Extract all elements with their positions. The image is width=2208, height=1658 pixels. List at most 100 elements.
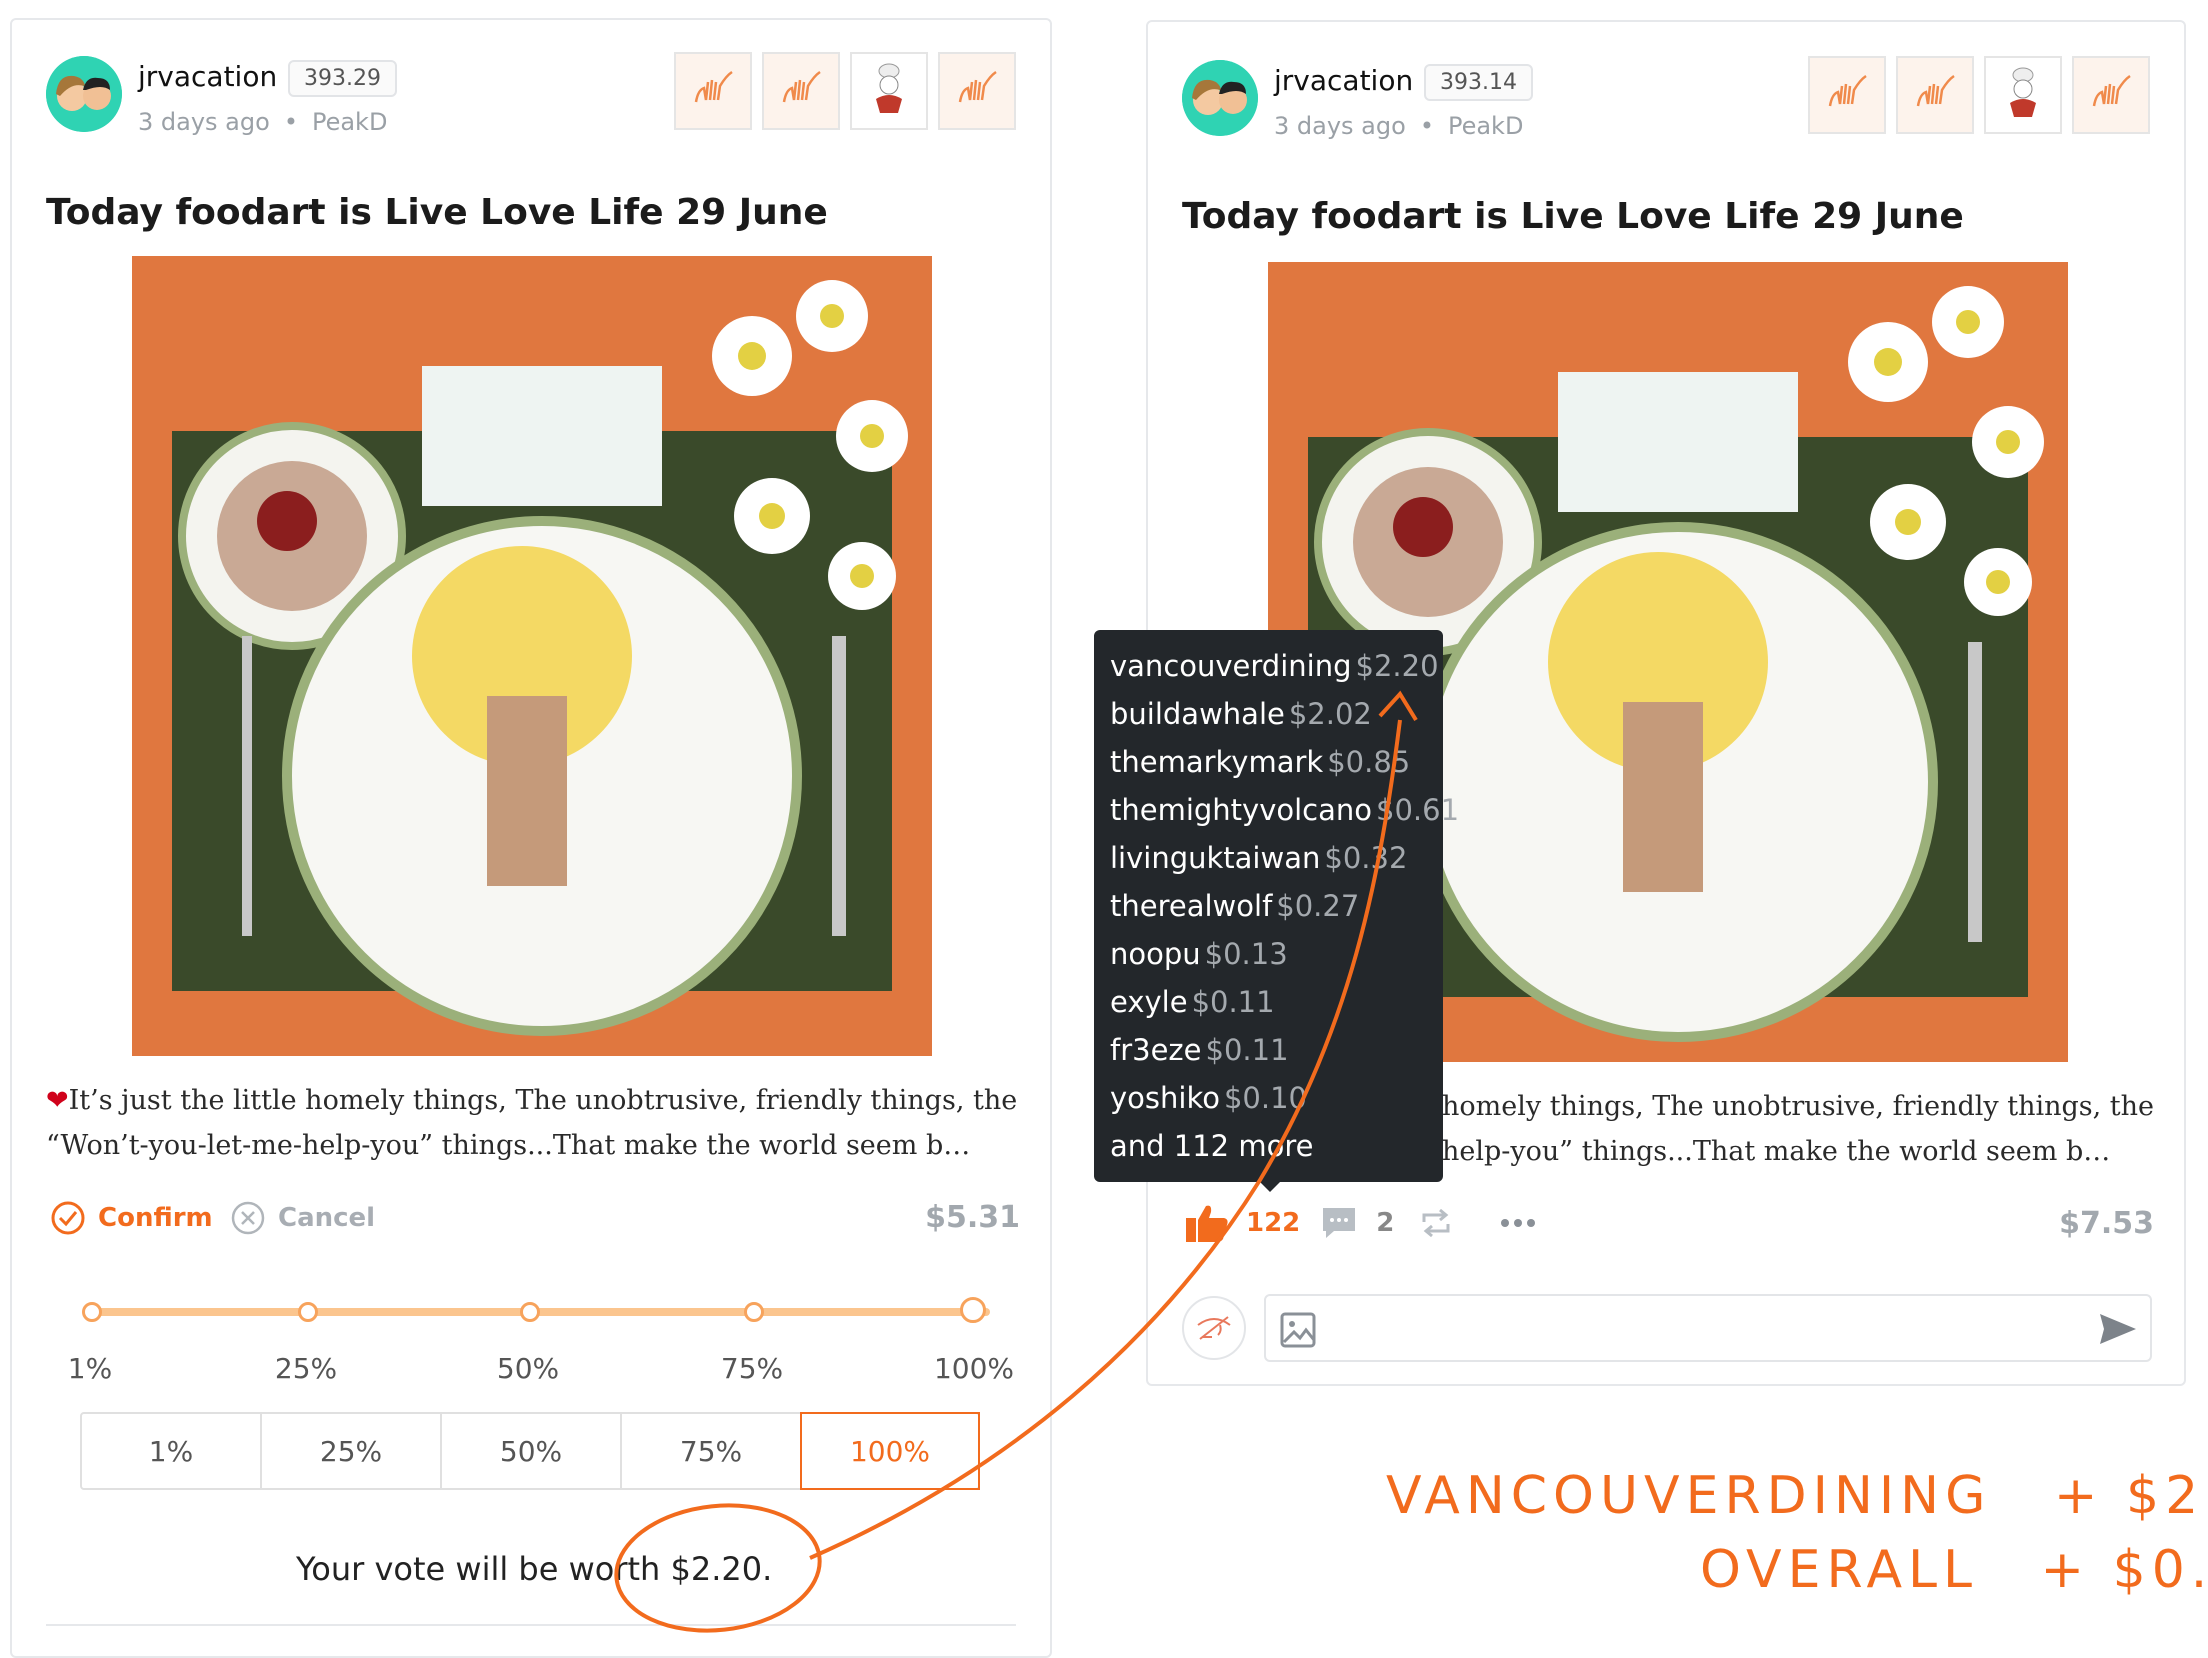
post-payout[interactable]: $7.53 [2059, 1206, 2154, 1241]
percent-button-1[interactable]: 1% [82, 1414, 262, 1488]
heart-icon: ❤ [46, 1085, 69, 1116]
slider-stop[interactable] [744, 1302, 764, 1322]
divider [46, 1624, 1016, 1626]
post-time: 3 days ago [1274, 112, 1406, 140]
avatar[interactable] [46, 56, 122, 132]
voter-name: yoshiko [1110, 1081, 1220, 1115]
voter-row[interactable]: themightyvolcano $0.61 [1110, 786, 1459, 834]
annotation-overall-value: + $0.02 [2040, 1540, 2208, 1600]
more-options-icon[interactable] [1500, 1218, 1536, 1228]
voter-amount: $0.27 [1276, 889, 1360, 923]
excerpt-line-2: help-you” things...That make the world s… [1442, 1136, 2111, 1167]
post-payout[interactable]: $5.31 [925, 1200, 1020, 1235]
voter-amount: $0.11 [1191, 985, 1275, 1019]
voter-row[interactable]: noopu $0.13 [1110, 930, 1427, 978]
percent-button-group: 1% 25% 50% 75% 100% [80, 1412, 980, 1490]
thumbs-up-icon[interactable] [1184, 1202, 1230, 1244]
voters-tooltip: vancouverdining $2.20 buildawhale $2.02 th… [1094, 630, 1459, 1182]
slider-stop[interactable] [82, 1302, 102, 1322]
voter-row[interactable]: yoshiko $0.10 [1110, 1074, 1427, 1122]
voter-row[interactable]: exyle $0.11 [1110, 978, 1427, 1026]
avatar[interactable] [1182, 60, 1258, 136]
voter-row[interactable]: livinguktaiwan $0.32 [1110, 834, 1427, 882]
voter-amount: $0.10 [1223, 1081, 1307, 1115]
post-title[interactable]: Today foodart is Live Love Life 29 June [46, 192, 828, 233]
post-title[interactable]: Today foodart is Live Love Life 29 June [1182, 196, 1964, 237]
voter-row[interactable]: buildawhale $2.02 [1110, 690, 1427, 738]
thumbnail-hand-icon[interactable] [762, 52, 840, 130]
thumbnail-hand-icon[interactable] [1808, 56, 1886, 134]
voter-amount: $2.20 [1355, 649, 1439, 683]
post-meta: 3 days ago • PeakD [1274, 112, 1523, 140]
slider-stop[interactable] [298, 1302, 318, 1322]
slider-label: 100% [933, 1352, 1015, 1385]
confirm-button[interactable]: Confirm [50, 1200, 213, 1236]
reaction-thumbnails [674, 52, 1016, 130]
post-excerpt[interactable]: homely things, The unobtrusive, friendly… [1442, 1084, 2162, 1174]
percent-button-100[interactable]: 100% [800, 1412, 980, 1490]
author-name[interactable]: jrvacation [1274, 64, 1413, 97]
more-voters[interactable]: and 112 more [1110, 1122, 1427, 1170]
slider-handle[interactable] [960, 1297, 986, 1323]
post-image[interactable] [132, 256, 932, 1056]
annotation-voter: VANCOUVERDINING [1386, 1466, 1992, 1526]
comment-icon[interactable] [1320, 1205, 1358, 1241]
send-icon[interactable] [2098, 1312, 2138, 1346]
reputation-badge: 393.29 [288, 60, 397, 97]
slider-stop[interactable] [520, 1302, 540, 1322]
slider-track[interactable] [90, 1308, 990, 1316]
close-circle-icon [231, 1201, 265, 1235]
excerpt-line-2: “Won’t-you-let-me-help-you” things...Tha… [46, 1130, 971, 1161]
slider-label: 1% [67, 1352, 113, 1385]
thumbnail-chef-icon[interactable] [1984, 56, 2062, 134]
separator-dot: • [1419, 112, 1434, 140]
cancel-button[interactable]: Cancel [230, 1200, 375, 1236]
voter-name: themightyvolcano [1110, 793, 1373, 827]
comment-input[interactable] [1264, 1294, 2152, 1362]
voter-name: vancouverdining [1110, 649, 1352, 683]
voter-amount: $2.02 [1288, 697, 1372, 731]
thumbnail-chef-icon[interactable] [850, 52, 928, 130]
percent-button-75[interactable]: 75% [622, 1414, 802, 1488]
voter-amount: $0.85 [1327, 745, 1411, 779]
voter-row[interactable]: themarkymark $0.85 [1110, 738, 1427, 786]
comment-count[interactable]: 2 [1376, 1208, 1394, 1238]
post-excerpt[interactable]: ❤It’s just the little homely things, The… [46, 1078, 1036, 1168]
thumbnail-hand-icon[interactable] [938, 52, 1016, 130]
thumbnail-hand-icon[interactable] [1896, 56, 1974, 134]
voter-name: fr3eze [1110, 1033, 1202, 1067]
post-app[interactable]: PeakD [312, 108, 387, 136]
thumbnail-hand-icon[interactable] [2072, 56, 2150, 134]
author-name[interactable]: jrvacation [138, 60, 277, 93]
post-card-voting: jrvacation 393.29 3 days ago • PeakD Today… [10, 18, 1052, 1658]
annotation-line-2: OVERALL + $0.02 [1700, 1540, 2208, 1600]
percent-button-25[interactable]: 25% [262, 1414, 442, 1488]
post-meta: 3 days ago • PeakD [138, 108, 387, 136]
percent-button-50[interactable]: 50% [442, 1414, 622, 1488]
eye-off-icon [1197, 1316, 1231, 1340]
slider-label: 50% [496, 1352, 560, 1385]
voter-name: therealwolf [1110, 889, 1273, 923]
check-circle-icon [51, 1201, 85, 1235]
excerpt-line-1: homely things, The unobtrusive, friendly… [1442, 1091, 2155, 1122]
annotation-overall: OVERALL [1700, 1540, 1978, 1600]
voter-row[interactable]: therealwolf $0.27 [1110, 882, 1427, 930]
confirm-label: Confirm [98, 1203, 213, 1233]
voter-amount: $0.13 [1204, 937, 1288, 971]
voter-row[interactable]: vancouverdining $2.20 [1110, 642, 1439, 690]
image-upload-icon[interactable] [1280, 1312, 1316, 1348]
voter-name: noopu [1110, 937, 1201, 971]
post-actions: 122 2 [1184, 1202, 1536, 1244]
post-app[interactable]: PeakD [1448, 112, 1523, 140]
voter-name: themarkymark [1110, 745, 1324, 779]
tooltip-arrow [1258, 1180, 1282, 1192]
annotation-line-1: VANCOUVERDINING + $2.20 [1386, 1466, 2208, 1526]
no-image-toggle[interactable] [1182, 1296, 1246, 1360]
vote-count[interactable]: 122 [1246, 1208, 1300, 1238]
voter-row[interactable]: fr3eze $0.11 [1110, 1026, 1427, 1074]
thumbnail-hand-icon[interactable] [674, 52, 752, 130]
slider-label: 75% [720, 1352, 784, 1385]
reblog-icon[interactable] [1418, 1206, 1454, 1240]
reputation-badge: 393.14 [1424, 64, 1533, 101]
annotation-voter-value: + $2.20 [2053, 1466, 2208, 1526]
